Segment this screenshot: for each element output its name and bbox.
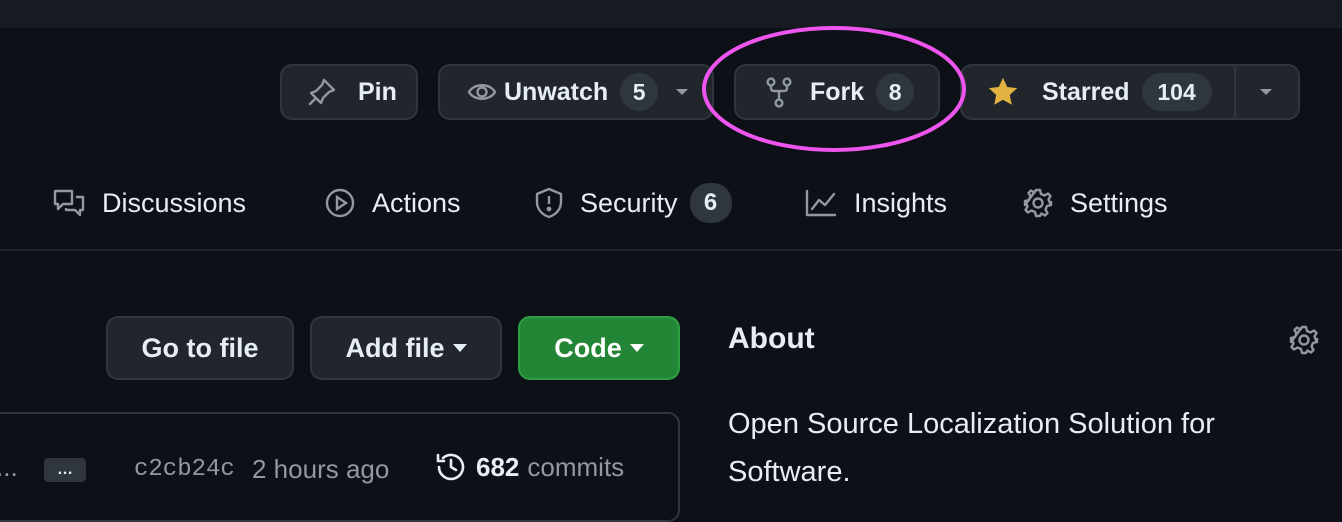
play-icon	[324, 187, 356, 219]
latest-commit-box: ... … c2cb24c 2 hours ago 682 commits	[0, 412, 680, 522]
starred-count: 104	[1141, 73, 1212, 111]
commit-message-truncated: ...	[0, 452, 18, 482]
commit-sha[interactable]: c2cb24c	[134, 456, 235, 483]
top-bar	[0, 0, 1342, 28]
tab-settings[interactable]: Settings	[1022, 180, 1168, 226]
add-file-button[interactable]: Add file	[310, 316, 502, 380]
tab-discussions-label: Discussions	[102, 187, 247, 218]
commit-count: 682	[476, 451, 520, 482]
tab-insights[interactable]: Insights	[804, 180, 947, 226]
about-heading: About	[728, 322, 815, 355]
unwatch-count: 5	[620, 73, 659, 111]
ellipsis-icon: …	[57, 461, 73, 478]
tab-actions[interactable]: Actions	[324, 180, 461, 226]
tab-actions-label: Actions	[372, 187, 461, 218]
about-description-line1: Open Source Localization Solution for	[728, 408, 1215, 440]
chevron-down-icon[interactable]	[672, 82, 692, 102]
unwatch-button[interactable]: Unwatch 5	[438, 64, 714, 120]
unwatch-label: Unwatch	[504, 77, 609, 106]
chevron-down-icon	[452, 344, 467, 352]
star-fill-icon	[986, 75, 1020, 109]
commit-expand-button[interactable]: …	[44, 458, 86, 482]
shield-icon	[534, 186, 564, 220]
commit-count-label: commits	[527, 451, 625, 482]
tab-discussions[interactable]: Discussions	[52, 180, 246, 226]
chevron-down-icon[interactable]	[1256, 82, 1276, 102]
tab-security[interactable]: Security 6	[534, 180, 732, 226]
starred-button[interactable]: Starred 104	[960, 64, 1300, 120]
security-count: 6	[689, 183, 732, 223]
starred-label: Starred	[1042, 77, 1130, 106]
tab-insights-label: Insights	[854, 187, 948, 218]
go-to-file-button[interactable]: Go to file	[106, 316, 294, 380]
gear-icon[interactable]	[1288, 324, 1320, 356]
highlight-circle	[702, 26, 966, 152]
gear-icon	[1022, 187, 1054, 219]
commit-time: 2 hours ago	[252, 454, 390, 484]
eye-icon	[466, 76, 498, 108]
commits-link[interactable]: 682 commits	[434, 450, 624, 484]
about-description-line2: Software.	[728, 456, 851, 488]
about-description: Open Source Localization Solution for So…	[728, 400, 1215, 496]
chevron-down-icon	[629, 344, 644, 352]
add-file-label: Add file	[345, 332, 445, 363]
starred-divider	[1234, 66, 1236, 118]
go-to-file-label: Go to file	[141, 332, 259, 363]
nav-border	[0, 249, 1342, 251]
tab-settings-label: Settings	[1070, 187, 1168, 218]
comment-discussion-icon	[52, 187, 86, 219]
pin-button[interactable]: Pin	[280, 64, 418, 120]
pin-label: Pin	[358, 77, 397, 106]
graph-icon	[804, 187, 838, 219]
code-label: Code	[554, 332, 622, 363]
tab-security-label: Security	[580, 187, 678, 218]
pin-icon	[306, 76, 338, 108]
history-icon	[434, 450, 468, 484]
code-button[interactable]: Code	[518, 316, 680, 380]
